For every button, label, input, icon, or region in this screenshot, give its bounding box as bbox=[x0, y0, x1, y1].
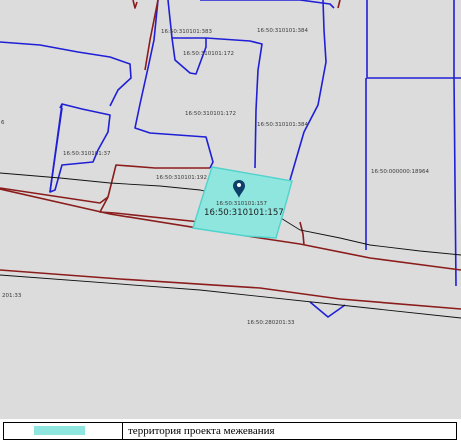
legend-swatch bbox=[34, 426, 85, 435]
legend-swatch-cell bbox=[4, 423, 123, 439]
label-172-upper: 16:50:310101:172 bbox=[183, 51, 234, 57]
label-33-left: 201:33 bbox=[2, 293, 22, 299]
legend: территория проекта межевания bbox=[3, 422, 457, 440]
label-192: 16:50:310101:192 bbox=[156, 175, 207, 181]
label-33-bottom: 16:50:280201:33 bbox=[247, 320, 295, 326]
label-edge-digit: 6 bbox=[1, 120, 5, 126]
label-157-main: 16:50:310101:157 bbox=[204, 208, 284, 218]
label-384-top: 16:50:310101:384 bbox=[257, 28, 309, 34]
label-157-small: 16:50:310101:157 bbox=[216, 201, 268, 207]
label-384-lower: 16:50:310101:384 bbox=[257, 122, 309, 128]
map-canvas[interactable]: 16:50:310101:383 16:50:310101:384 16:50:… bbox=[0, 0, 461, 419]
label-383: 16:50:310101:383 bbox=[161, 29, 213, 35]
label-172-lower: 16:50:310101:172 bbox=[185, 111, 236, 117]
legend-label: территория проекта межевания bbox=[128, 425, 275, 437]
label-18964: 16:50:000000:18964 bbox=[371, 169, 430, 175]
label-37: 16:50:310101:37 bbox=[63, 151, 111, 157]
cadastral-map[interactable]: 16:50:310101:383 16:50:310101:384 16:50:… bbox=[0, 0, 461, 419]
